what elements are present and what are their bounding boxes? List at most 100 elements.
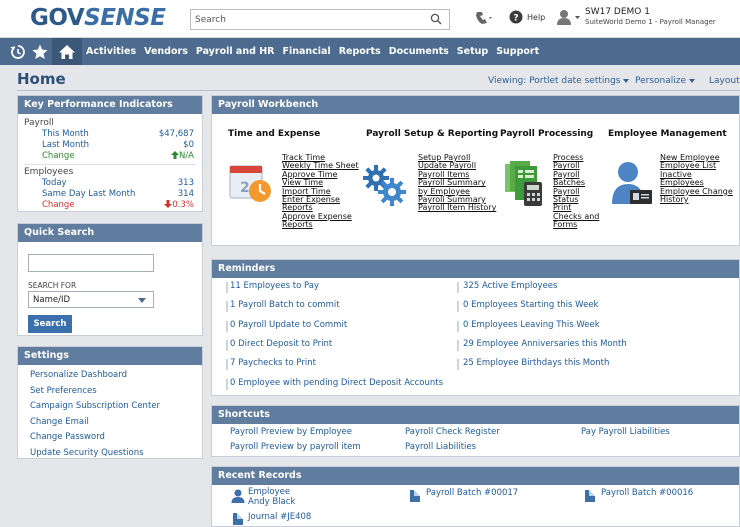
- gears-icon: [363, 165, 406, 206]
- document-icon: [233, 513, 243, 525]
- search-for-label: SEARCH FOR: [28, 281, 77, 290]
- kpi-row[interactable]: This Month $47,687: [18, 129, 202, 140]
- kpi-value: 313: [177, 178, 194, 188]
- home-icon[interactable]: [58, 43, 76, 61]
- reminder-marker: [226, 282, 228, 293]
- kpi-row[interactable]: Same Day Last Month 314: [18, 189, 202, 200]
- wb-link[interactable]: Reports: [282, 220, 359, 229]
- kpi-panel-title: Key Performance Indicators: [18, 96, 202, 114]
- kpi-row[interactable]: Last Month $0: [18, 140, 202, 151]
- quick-search-input[interactable]: [28, 254, 154, 272]
- shortcut-link[interactable]: Payroll Liabilities: [405, 442, 476, 452]
- recent-activity-icon[interactable]: [474, 11, 496, 25]
- settings-link-change-email[interactable]: Change Email: [30, 415, 190, 431]
- shortcut-link[interactable]: Pay Payroll Liabilities: [581, 427, 670, 437]
- nav-activities[interactable]: Activities: [86, 46, 136, 57]
- chevron-down-icon: [689, 78, 696, 83]
- settings-link-security-questions[interactable]: Update Security Questions: [30, 446, 190, 462]
- kpi-label: Change: [42, 200, 75, 210]
- workbench-title: Payroll Workbench: [212, 96, 739, 114]
- recent-record[interactable]: Journal #JE408: [248, 512, 311, 522]
- layout-menu[interactable]: Layout: [709, 76, 740, 86]
- employee-badge-icon: [612, 162, 652, 204]
- recent-record[interactable]: Employee Andy Black: [248, 487, 295, 507]
- main-nav: Activities Vendors Payroll and HR Financ…: [0, 38, 740, 65]
- workbench-col-title: Payroll Processing: [500, 129, 594, 139]
- settings-panel: Settings Personalize Dashboard Set Prefe…: [17, 346, 203, 459]
- recent-record[interactable]: Payroll Batch #00016: [601, 488, 693, 498]
- user-role: SuiteWorld Demo 1 - Payroll Manager: [585, 18, 716, 26]
- settings-link-change-password[interactable]: Change Password: [30, 430, 190, 446]
- recent-record[interactable]: Payroll Batch #00017: [426, 488, 518, 498]
- spreadsheet-calculator-icon: [505, 161, 542, 206]
- reminder-marker: [457, 359, 459, 370]
- quick-search-title: Quick Search: [18, 224, 202, 242]
- wb-link[interactable]: Forms: [553, 220, 599, 229]
- history-icon[interactable]: [9, 43, 27, 61]
- kpi-row[interactable]: Change N/A: [18, 151, 202, 162]
- govsense-logo[interactable]: GOVSENSE: [30, 5, 166, 31]
- nav-financial[interactable]: Financial: [282, 46, 330, 57]
- reminder-item[interactable]: 0 Direct Deposit to Print: [230, 339, 332, 349]
- reminder-marker: [226, 359, 228, 370]
- reminder-item[interactable]: 29 Employee Anniversaries this Month: [463, 339, 627, 349]
- reminders-panel: Reminders 11 Employees to Pay 1 Payroll …: [211, 259, 740, 396]
- reminder-item[interactable]: 325 Active Employees: [463, 281, 557, 291]
- reminder-item[interactable]: 0 Employee with pending Direct Deposit A…: [230, 378, 443, 388]
- kpi-label: Today: [42, 178, 67, 188]
- global-search-input[interactable]: [191, 10, 421, 29]
- nav-vendors[interactable]: Vendors: [144, 46, 188, 57]
- nav-setup[interactable]: Setup: [457, 46, 488, 57]
- reminder-item[interactable]: 1 Payroll Batch to commit: [230, 300, 340, 310]
- shortcut-link[interactable]: Payroll Check Register: [405, 427, 500, 437]
- help-link[interactable]: Help: [527, 13, 545, 22]
- portlet-date-settings-menu[interactable]: Viewing: Portlet date settings: [488, 76, 630, 86]
- nav-support[interactable]: Support: [496, 46, 539, 57]
- arrow-up-icon: [170, 151, 179, 159]
- reminder-marker: [226, 340, 228, 351]
- user-name[interactable]: SW17 DEMO 1: [585, 8, 650, 17]
- workbench-col-title: Employee Management: [608, 129, 727, 139]
- reminder-item[interactable]: 25 Employee Birthdays this Month: [463, 358, 609, 368]
- kpi-row[interactable]: Today 313: [18, 178, 202, 189]
- kpi-label: This Month: [42, 129, 89, 139]
- reminder-marker: [226, 301, 228, 312]
- nav-documents[interactable]: Documents: [389, 46, 449, 57]
- shortcut-link[interactable]: Payroll Preview by payroll item: [230, 442, 361, 452]
- reminder-item[interactable]: 0 Employees Starting this Week: [463, 300, 598, 310]
- reminder-item[interactable]: 7 Paychecks to Print: [230, 358, 316, 368]
- workbench-links-payroll-processing: Process Payroll Payroll Batches Payroll …: [553, 153, 599, 230]
- layout-label: Layout: [709, 76, 740, 86]
- recent-records-panel: Recent Records Employee Andy Black Payro…: [211, 466, 740, 527]
- reminder-item[interactable]: 0 Payroll Update to Commit: [230, 320, 347, 330]
- kpi-label: Change: [42, 151, 75, 161]
- shortcuts-panel: Shortcuts Payroll Preview by Employee Pa…: [211, 405, 740, 457]
- favorites-star-icon[interactable]: [31, 43, 49, 61]
- help-icon[interactable]: ?: [509, 10, 523, 24]
- svg-text:?: ?: [513, 14, 518, 24]
- reminder-marker: [226, 321, 228, 332]
- shortcut-link[interactable]: Payroll Preview by Employee: [230, 427, 352, 437]
- quick-search-button[interactable]: Search: [28, 315, 72, 333]
- calendar-clock-icon: 2: [229, 165, 271, 202]
- user-avatar-icon[interactable]: [556, 9, 582, 25]
- settings-link-personalize-dashboard[interactable]: Personalize Dashboard: [30, 368, 190, 384]
- wb-link[interactable]: History: [660, 195, 733, 204]
- reminder-item[interactable]: 11 Employees to Pay: [230, 281, 319, 291]
- search-for-selected: Name/ID: [33, 295, 70, 305]
- wb-link[interactable]: Payroll Item History: [418, 204, 496, 213]
- workbench-col-title: Payroll Setup & Reporting: [366, 129, 499, 139]
- kpi-row[interactable]: Change 0.3%: [18, 200, 202, 211]
- personalize-label: Personalize: [635, 76, 687, 86]
- nav-payroll-and-hr[interactable]: Payroll and HR: [196, 46, 275, 57]
- settings-link-set-preferences[interactable]: Set Preferences: [30, 384, 190, 400]
- kpi-change-value: N/A: [170, 151, 194, 161]
- search-icon[interactable]: [430, 13, 442, 25]
- personalize-menu[interactable]: Personalize: [635, 76, 696, 86]
- reminder-item[interactable]: 0 Employees Leaving This Week: [463, 320, 600, 330]
- global-search[interactable]: [190, 9, 450, 30]
- nav-reports[interactable]: Reports: [339, 46, 381, 57]
- search-for-select[interactable]: Name/ID: [28, 291, 154, 308]
- settings-link-campaign-subscription[interactable]: Campaign Subscription Center: [30, 399, 190, 415]
- payroll-workbench-panel: Payroll Workbench Time and Expense Payro…: [211, 95, 740, 246]
